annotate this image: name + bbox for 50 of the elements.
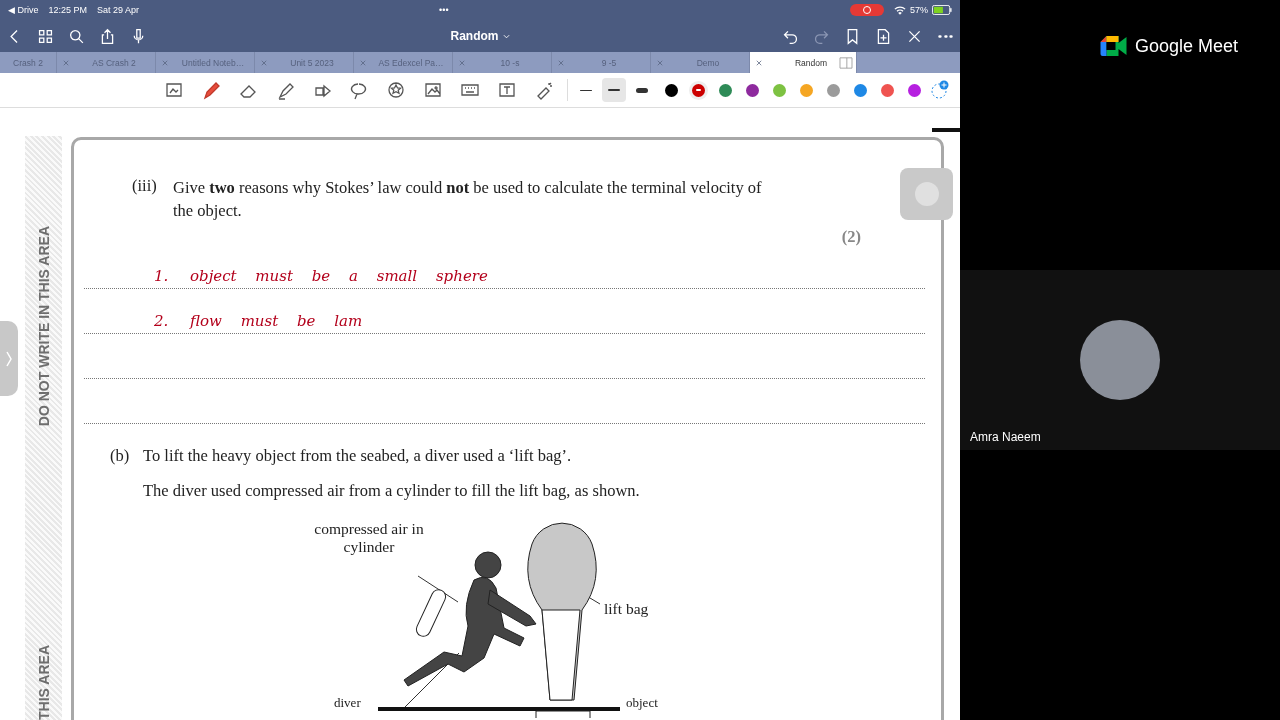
marks-label: (2): [840, 227, 862, 247]
question-number: (iii): [132, 176, 158, 197]
video-camera-logo-icon: [1100, 36, 1127, 56]
color-swatch[interactable]: [773, 83, 786, 97]
multitasking-dots[interactable]: •••: [439, 5, 449, 15]
color-swatch[interactable]: [719, 83, 732, 97]
grid-icon[interactable]: [37, 27, 54, 45]
notebook-tab[interactable]: Crash 2: [0, 52, 57, 73]
color-swatch[interactable]: [692, 83, 705, 97]
close-tab-icon[interactable]: [756, 59, 762, 66]
color-swatch[interactable]: [746, 83, 759, 97]
stroke-width-option[interactable]: [602, 78, 626, 102]
question-text: Give two reasons why Stokes’ law could not be used to calculate the terminal velocity of the object.: [173, 177, 763, 222]
clock-time: 12:25 PM: [48, 5, 88, 15]
margin-warning: DO NOT WRITE IN THIS AREA: [35, 226, 52, 427]
recording-indicator[interactable]: [850, 4, 884, 16]
question-number: (b): [110, 446, 131, 467]
color-swatch[interactable]: [908, 83, 921, 97]
question-text: The diver used compressed air from a cylinder to fill the lift bag, as shown.: [143, 481, 640, 501]
side-panel-handle[interactable]: [0, 321, 18, 396]
color-swatch[interactable]: [827, 83, 840, 97]
add-page-icon[interactable]: [875, 27, 892, 45]
color-swatch[interactable]: [665, 83, 678, 97]
document-title-menu[interactable]: Random: [450, 29, 510, 43]
handwritten-answer: object must be a small sphere: [190, 267, 488, 285]
share-icon[interactable]: [99, 27, 116, 45]
date-text: Sat 29 Apr: [97, 5, 140, 15]
notebook-tab[interactable]: 9 -5: [552, 52, 651, 73]
participant-name: Amra Naeem: [970, 430, 1041, 444]
wifi-icon: [894, 5, 906, 15]
notebook-tab[interactable]: Random: [750, 52, 857, 73]
notebook-tab[interactable]: 10 -s: [453, 52, 552, 73]
notebook-tab[interactable]: Untitled Noteb…: [156, 52, 255, 73]
add-color-icon[interactable]: [930, 80, 950, 100]
caret-icon[interactable]: [502, 33, 510, 39]
handwritten-number: 1.: [154, 267, 170, 285]
margin-warning: THIS AREA: [35, 645, 52, 720]
color-swatch[interactable]: [881, 83, 894, 97]
color-swatch[interactable]: [854, 83, 867, 97]
back-to-app-link[interactable]: ◀ Drive: [8, 5, 39, 15]
leader-line: [417, 575, 459, 603]
handwritten-number: 2.: [154, 312, 170, 330]
handwritten-answer: flow must be lam: [190, 312, 363, 330]
battery-level: 57%: [910, 5, 928, 15]
question-text: To lift the heavy object from the seabed, a diver used a ‘lift bag’.: [143, 446, 573, 466]
app-brand: Google Meet: [1135, 35, 1239, 57]
search-icon[interactable]: [68, 27, 85, 45]
battery-charging-icon: [932, 5, 952, 15]
color-swatch[interactable]: [800, 83, 813, 97]
diagram-label: lift bag: [604, 600, 649, 618]
